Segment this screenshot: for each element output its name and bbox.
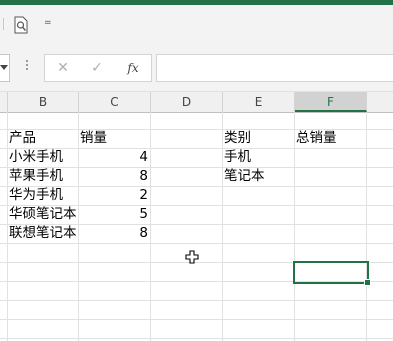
cell-F1[interactable]: 总销量 bbox=[296, 129, 366, 148]
column-header-B[interactable]: B bbox=[8, 92, 79, 112]
cell-E3[interactable]: 笔记本 bbox=[224, 167, 294, 186]
cell-select-cursor-icon bbox=[185, 250, 199, 264]
column-headers: B C D E F bbox=[0, 91, 393, 113]
fill-handle[interactable] bbox=[364, 279, 371, 286]
column-header-D[interactable]: D bbox=[151, 92, 223, 112]
cell-B2[interactable]: 小米手机 bbox=[9, 148, 79, 167]
insert-function-icon[interactable]: fx bbox=[123, 58, 143, 78]
toolbar-separator bbox=[3, 18, 4, 30]
cell-E1[interactable]: 类别 bbox=[224, 129, 294, 148]
print-preview-icon[interactable] bbox=[14, 16, 28, 34]
column-header-E[interactable]: E bbox=[223, 92, 295, 112]
formula-buttons: ✕ ✓ fx bbox=[44, 54, 152, 82]
name-box[interactable] bbox=[0, 54, 10, 82]
active-cell-F9[interactable] bbox=[293, 261, 371, 286]
chevron-down-icon[interactable] bbox=[0, 65, 8, 70]
cell-B3[interactable]: 苹果手机 bbox=[9, 167, 79, 186]
column-header-G[interactable] bbox=[367, 92, 393, 112]
cell-B6[interactable]: 联想笔记本 bbox=[9, 224, 79, 243]
quick-access-toolbar: = bbox=[0, 5, 393, 40]
cell-B4[interactable]: 华为手机 bbox=[9, 186, 79, 205]
cell-C1[interactable]: 销量 bbox=[80, 129, 150, 148]
column-header-F[interactable]: F bbox=[295, 92, 367, 112]
cell-C5[interactable]: 5 bbox=[79, 205, 148, 224]
formula-input[interactable] bbox=[156, 54, 393, 82]
column-header-A[interactable] bbox=[0, 92, 8, 112]
cell-C6[interactable]: 8 bbox=[79, 224, 148, 243]
cell-B1[interactable]: 产品 bbox=[9, 129, 79, 148]
column-header-C[interactable]: C bbox=[79, 92, 151, 112]
cancel-icon[interactable]: ✕ bbox=[53, 58, 73, 78]
cell-B5[interactable]: 华硕笔记本 bbox=[9, 205, 79, 224]
customize-toolbar-caret[interactable]: = bbox=[44, 18, 52, 28]
enter-icon[interactable]: ✓ bbox=[87, 58, 107, 78]
drag-handle-icon[interactable] bbox=[26, 60, 28, 72]
cell-C3[interactable]: 8 bbox=[79, 167, 148, 186]
cell-E2[interactable]: 手机 bbox=[224, 148, 294, 167]
cell-C4[interactable]: 2 bbox=[79, 186, 148, 205]
formula-bar: ✕ ✓ fx bbox=[0, 40, 393, 91]
worksheet-grid[interactable]: 产品 销量 类别 总销量 小米手机 4 手机 苹果手机 8 笔记本 华为手机 2… bbox=[0, 112, 393, 341]
cell-C2[interactable]: 4 bbox=[79, 148, 148, 167]
